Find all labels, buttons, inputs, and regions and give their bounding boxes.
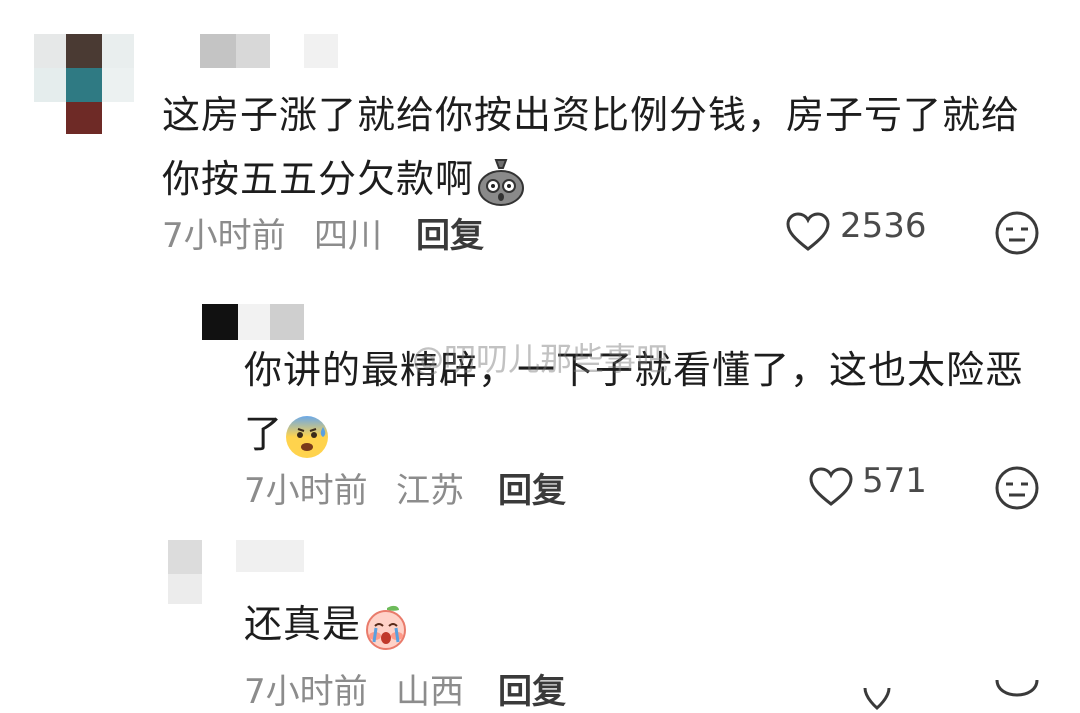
money-bag-shocked-emoji (478, 158, 525, 206)
heart-icon[interactable] (808, 467, 854, 507)
reply-button[interactable]: 回复 (416, 208, 484, 257)
heart-icon[interactable] (862, 688, 892, 711)
comment-time: 7小时前 (244, 471, 368, 511)
crying-peach-emoji (366, 605, 407, 650)
avatar[interactable] (34, 34, 134, 134)
username-redacted[interactable] (236, 540, 304, 572)
comment-text: 还真是 (244, 592, 844, 656)
reply-button[interactable]: 回复 (498, 664, 566, 713)
watermark: @叨叨儿那些事吧 (412, 340, 669, 378)
comment-time: 7小时前 (244, 672, 368, 712)
comment-text: 这房子涨了就给你按出资比例分钱，房子亏了就给 你按五五分欠款啊 (162, 83, 1062, 211)
comment-line: 了 (244, 402, 1044, 466)
comment-line: 这房子涨了就给你按出资比例分钱，房子亏了就给 (162, 93, 1021, 137)
like-count: 2536 (840, 206, 927, 246)
comment-location: 山西 (396, 672, 464, 712)
comment-location: 四川 (314, 216, 382, 256)
anxious-face-with-sweat-emoji (286, 415, 329, 458)
comment-2: 你讲的最精辟，一下子就看懂了，这也太险恶 了 7小时前 江苏 回复 571 (0, 290, 1080, 520)
comment-3: 还真是 7小时前 山西 回复 (0, 530, 1080, 713)
dislike-face-icon[interactable] (994, 210, 1040, 256)
avatar[interactable] (168, 540, 228, 606)
like-count: 571 (862, 461, 927, 501)
comment-time: 7小时前 (162, 216, 286, 256)
reply-button[interactable]: 回复 (498, 463, 566, 512)
comment-location: 江苏 (396, 471, 464, 511)
comment-1: 这房子涨了就给你按出资比例分钱，房子亏了就给 你按五五分欠款啊 7小时前 四川 … (0, 0, 1080, 270)
comment-line: 你按五五分欠款啊 (162, 147, 1062, 211)
dislike-face-icon[interactable] (994, 680, 1040, 711)
heart-icon[interactable] (785, 212, 831, 252)
comment-line: 还真是 (244, 592, 844, 656)
dislike-face-icon[interactable] (994, 465, 1040, 511)
username-redacted[interactable] (200, 34, 340, 68)
